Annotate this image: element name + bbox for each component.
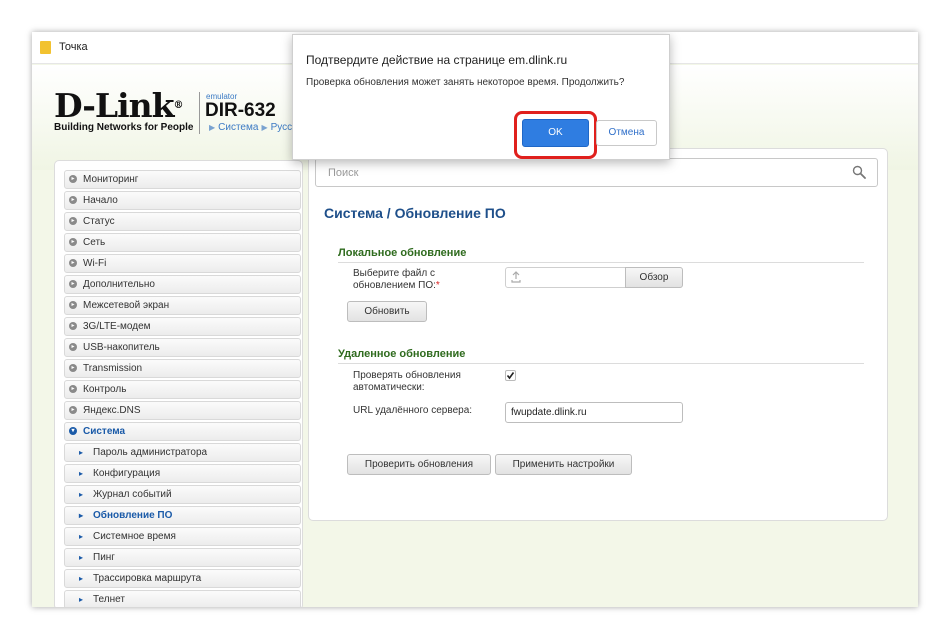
- sidebar-item-advanced[interactable]: ▸ Дополнительно: [64, 275, 301, 294]
- sidebar-subitem-event-log[interactable]: ▸ Журнал событий: [64, 485, 301, 504]
- arrow-right-icon: ▸: [79, 511, 84, 520]
- check-updates-button[interactable]: Проверить обновления: [347, 454, 491, 475]
- breadcrumb: ▶ Система ▶ Русс: [206, 122, 292, 133]
- expand-icon: ▸: [69, 301, 77, 309]
- sidebar-subitem-traceroute[interactable]: ▸ Трассировка маршрута: [64, 569, 301, 588]
- sidebar-item-wifi[interactable]: ▸ Wi-Fi: [64, 254, 301, 273]
- sidebar-item-start[interactable]: ▸ Начало: [64, 191, 301, 210]
- expand-icon: ▸: [69, 322, 77, 330]
- sidebar-subitem-configuration[interactable]: ▸ Конфигурация: [64, 464, 301, 483]
- expand-icon: ▸: [69, 238, 77, 246]
- collapse-icon: ▾: [69, 427, 77, 435]
- expand-icon: ▸: [69, 385, 77, 393]
- arrow-right-icon: ▸: [79, 448, 84, 457]
- sidebar-item-monitoring[interactable]: ▸ Мониторинг: [64, 170, 301, 189]
- browse-button[interactable]: Обзор: [625, 267, 683, 288]
- dialog-title: Подтвердите действие на странице em.dlin…: [306, 53, 568, 67]
- upload-icon: [511, 271, 521, 283]
- search-icon[interactable]: [852, 165, 866, 179]
- arrow-right-icon: ▸: [79, 532, 84, 541]
- sidebar-item-3g-lte-modem[interactable]: ▸ 3G/LTE-модем: [64, 317, 301, 336]
- dlink-logo: D-Link®: [54, 86, 184, 125]
- sidebar-item-network[interactable]: ▸ Сеть: [64, 233, 301, 252]
- file-select-label: Выберите файл с обновлением ПО:*: [353, 268, 440, 291]
- expand-icon: ▸: [69, 406, 77, 414]
- tab-title[interactable]: Точка: [59, 41, 88, 53]
- expand-icon: ▸: [69, 343, 77, 351]
- expand-icon: ▸: [69, 259, 77, 267]
- sidebar-subitem-system-time[interactable]: ▸ Системное время: [64, 527, 301, 546]
- sidebar-item-control[interactable]: ▸ Контроль: [64, 380, 301, 399]
- sidebar-item-usb-storage[interactable]: ▸ USB-накопитель: [64, 338, 301, 357]
- ok-button[interactable]: OK: [522, 119, 589, 147]
- search-input[interactable]: Поиск: [328, 167, 358, 179]
- arrow-right-icon: ▸: [79, 595, 84, 604]
- server-url-label: URL удалённого сервера:: [353, 405, 473, 416]
- logo-tagline: Building Networks for People: [54, 122, 194, 133]
- breadcrumb-arrow-icon: ▶: [209, 123, 216, 132]
- file-path-field[interactable]: [505, 267, 626, 288]
- sidebar-item-yandex-dns[interactable]: ▸ Яндекс.DNS: [64, 401, 301, 420]
- page-icon: [40, 41, 51, 54]
- cancel-button[interactable]: Отмена: [596, 120, 657, 146]
- sidebar-item-transmission[interactable]: ▸ Transmission: [64, 359, 301, 378]
- apply-settings-button[interactable]: Применить настройки: [495, 454, 632, 475]
- arrow-right-icon: ▸: [79, 469, 84, 478]
- expand-icon: ▸: [69, 217, 77, 225]
- sidebar-item-firewall[interactable]: ▸ Межсетевой экран: [64, 296, 301, 315]
- breadcrumb-arrow-icon: ▶: [261, 123, 268, 132]
- sidebar-subitem-firmware-update[interactable]: ▸ Обновление ПО: [64, 506, 301, 525]
- server-url-field[interactable]: fwupdate.dlink.ru: [505, 402, 683, 423]
- expand-icon: ▸: [69, 364, 77, 372]
- auto-check-checkbox[interactable]: [505, 370, 516, 381]
- breadcrumb-item[interactable]: Русс: [271, 122, 293, 133]
- breadcrumb-item[interactable]: Система: [218, 122, 258, 133]
- header-divider: [199, 92, 200, 134]
- sidebar-subitem-telnet[interactable]: ▸ Телнет: [64, 590, 301, 607]
- browser-window: Точка D-Link® Building Networks for Peop…: [32, 32, 918, 607]
- page-title: Система / Обновление ПО: [324, 205, 506, 221]
- remote-update-title: Удаленное обновление: [338, 348, 466, 360]
- local-update-title: Локальное обновление: [338, 247, 467, 259]
- sidebar-menu: ▸ Мониторинг ▸ Начало ▸ Статус ▸ Сеть ▸ Wi-Fi…: [54, 160, 303, 607]
- expand-icon: ▸: [69, 280, 77, 288]
- section-divider: [338, 363, 864, 364]
- dialog-message: Проверка обновления может занять некотор…: [306, 77, 625, 88]
- device-model: DIR-632: [205, 100, 276, 121]
- sidebar-subitem-ping[interactable]: ▸ Пинг: [64, 548, 301, 567]
- arrow-right-icon: ▸: [79, 574, 84, 583]
- expand-icon: ▸: [69, 196, 77, 204]
- auto-check-label: Проверять обновления автоматически:: [353, 370, 461, 393]
- confirm-dialog: Подтвердите действие на странице em.dlin…: [292, 34, 670, 160]
- search-bar[interactable]: Поиск: [315, 158, 878, 187]
- sidebar-item-system[interactable]: ▾ Система: [64, 422, 301, 441]
- arrow-right-icon: ▸: [79, 553, 84, 562]
- arrow-right-icon: ▸: [79, 490, 84, 499]
- expand-icon: ▸: [69, 175, 77, 183]
- sidebar-subitem-admin-password[interactable]: ▸ Пароль администратора: [64, 443, 301, 462]
- sidebar-item-status[interactable]: ▸ Статус: [64, 212, 301, 231]
- update-button[interactable]: Обновить: [347, 301, 427, 322]
- section-divider: [338, 262, 864, 263]
